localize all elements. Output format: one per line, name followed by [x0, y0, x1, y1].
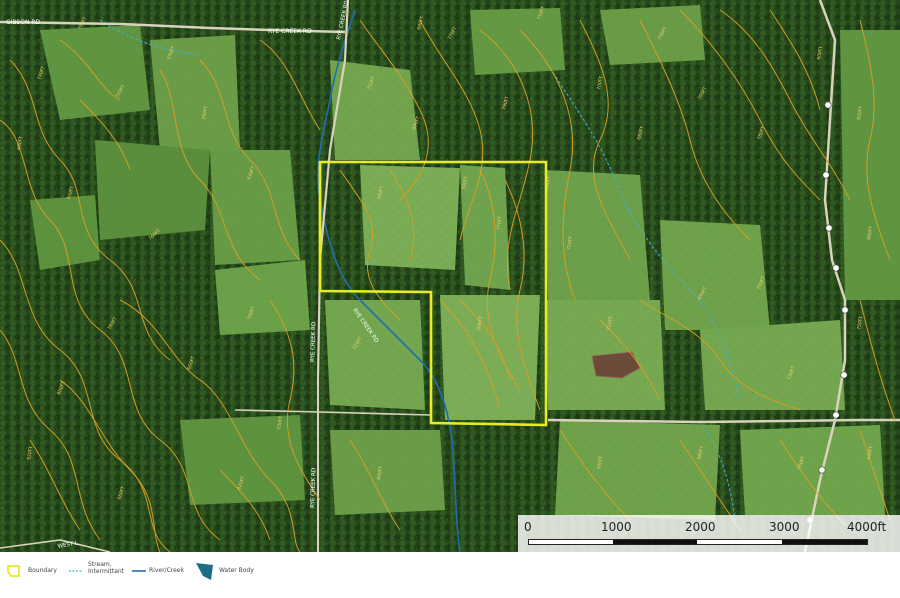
scale-segment	[782, 540, 867, 544]
legend-item-river: River/Creek	[131, 563, 201, 583]
road-label-gibson: GIBSON RD	[6, 19, 41, 26]
map-canvas[interactable]: 740FT720FT700FT680FT760FT780FT800FT820FT…	[0, 0, 900, 552]
field-texture	[0, 0, 900, 552]
boundary-icon	[7, 565, 20, 577]
route-marker	[818, 466, 826, 474]
scale-track	[528, 539, 868, 545]
route-marker	[840, 371, 848, 379]
scale-tick-2000: 2000	[685, 520, 716, 534]
water-body-icon	[196, 563, 213, 580]
road-label-rye-creek-top: RYE CREEK RD	[268, 28, 312, 35]
route-marker	[822, 171, 830, 179]
legend-label: Water Body	[219, 567, 254, 574]
legend-label: Stream, Intermittant	[88, 561, 125, 575]
legend-label: Boundary	[28, 567, 57, 574]
satellite-map[interactable]: 740FT 720FT 700FT 680FT 760FT 780FT 800FT 820FT…	[0, 0, 900, 552]
legend: Boundary Stream, Intermittant River/Cree…	[0, 552, 900, 598]
route-marker	[824, 101, 832, 109]
scale-tick-4000: 4000ft	[847, 520, 887, 534]
route-marker	[825, 224, 833, 232]
scale-tick-0: 0	[524, 520, 532, 534]
scale-tick-3000: 3000	[769, 520, 800, 534]
stream-icon	[69, 570, 83, 572]
route-marker	[832, 411, 840, 419]
contour-label: 770FT	[496, 216, 503, 231]
route-marker	[841, 306, 849, 314]
scale-tick-1000: 1000	[601, 520, 632, 534]
route-marker	[832, 264, 840, 272]
scale-segment	[613, 540, 697, 544]
river-icon	[132, 570, 146, 572]
legend-item-boundary: Boundary	[6, 563, 76, 583]
legend-label: River/Creek	[149, 567, 184, 574]
scale-bar: 0 1000 2000 3000 4000ft	[518, 515, 900, 552]
legend-item-water-body: Water Body	[195, 563, 265, 583]
